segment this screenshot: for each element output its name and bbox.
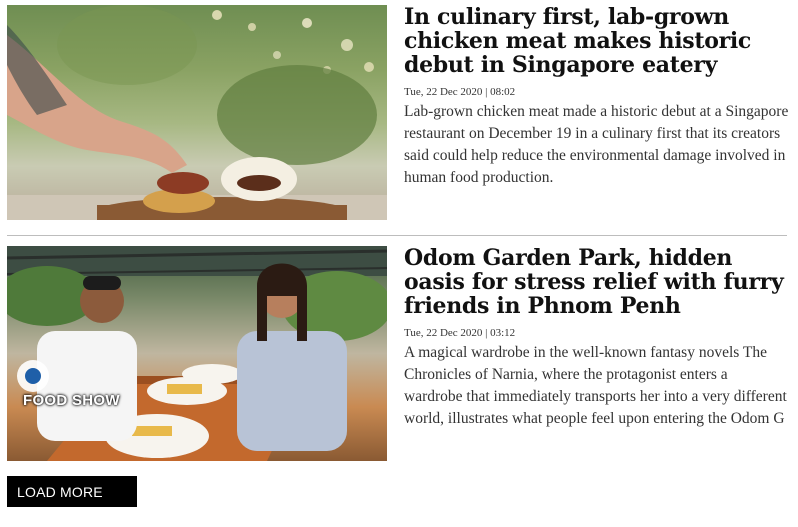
load-more-button[interactable]: LOAD MORE xyxy=(7,476,137,507)
garden-cafe-photo-illustration xyxy=(7,246,387,461)
article-image-odom-garden-park[interactable]: FOOD SHOW xyxy=(7,246,387,461)
article-excerpt: A magical wardrobe in the well-known fan… xyxy=(404,344,787,427)
article-image-lab-grown-chicken[interactable] xyxy=(7,5,387,220)
article-headline[interactable]: In culinary first, lab-grown chicken mea… xyxy=(404,5,789,77)
article-card: FOOD SHOW Odom Garden Park, hidden oasis… xyxy=(7,246,787,461)
article-date: Tue, 22 Dec 2020 | 03:12 xyxy=(404,327,516,339)
article-card: In culinary first, lab-grown chicken mea… xyxy=(7,5,789,220)
article-excerpt: Lab-grown chicken meat made a historic d… xyxy=(404,103,789,186)
article-divider xyxy=(7,235,787,236)
food-show-badge: FOOD SHOW xyxy=(23,392,120,409)
article-date: Tue, 22 Dec 2020 | 08:02 xyxy=(404,86,516,98)
article-text: In culinary first, lab-grown chicken mea… xyxy=(404,5,789,189)
food-photo-illustration xyxy=(7,5,387,220)
article-text: Odom Garden Park, hidden oasis for stres… xyxy=(404,246,789,430)
article-headline[interactable]: Odom Garden Park, hidden oasis for stres… xyxy=(404,246,789,318)
